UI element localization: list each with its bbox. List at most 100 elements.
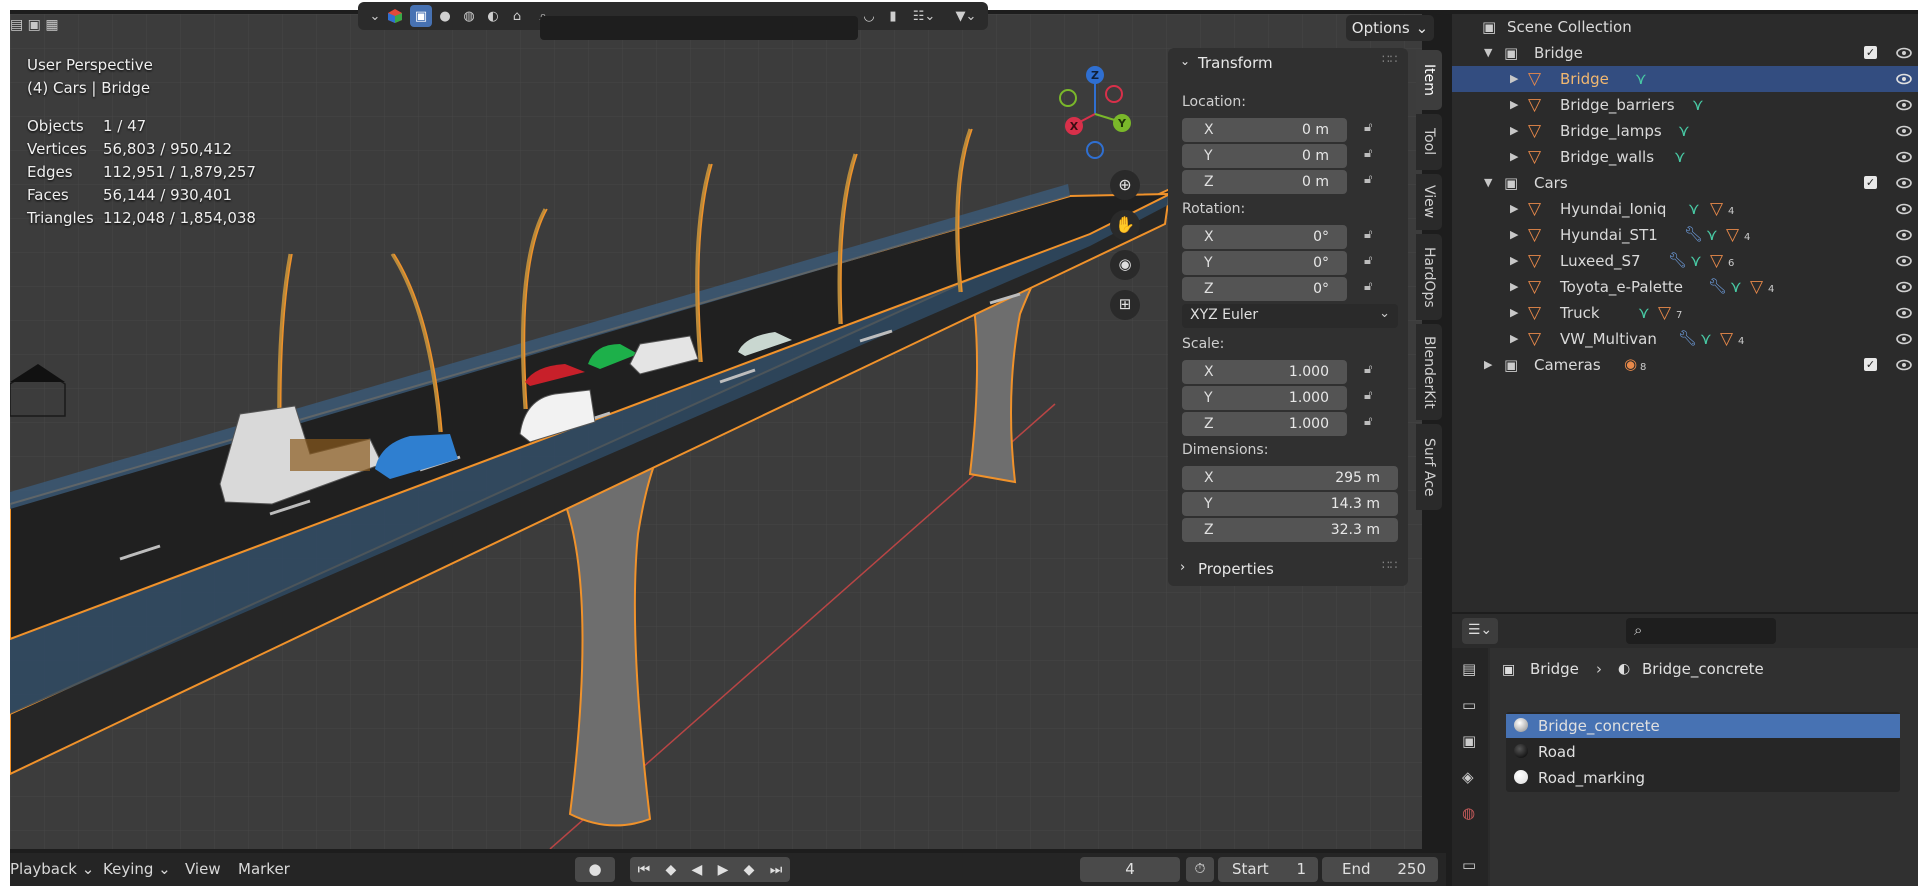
editor-type-icon[interactable]: ☰⌄ xyxy=(1462,618,1498,644)
outliner-row-object-bridge-lamps[interactable]: ▶ ▽ Bridge_lamps ⋎ xyxy=(1452,118,1918,144)
tab-surf-ace[interactable]: Surf Ace xyxy=(1416,424,1442,510)
outliner-row-object-bridge-walls[interactable]: ▶ ▽ Bridge_walls ⋎ xyxy=(1452,144,1918,170)
object-children-icon[interactable]: ▽ xyxy=(1710,251,1723,271)
stopwatch-icon[interactable]: ⏱ xyxy=(1186,857,1214,882)
eye-icon[interactable] xyxy=(1896,227,1912,243)
lock-icon[interactable]: 🔓︎ xyxy=(1364,227,1384,247)
material-slot-item[interactable]: Road xyxy=(1506,740,1900,764)
brush-icon[interactable]: ⌂ xyxy=(506,5,528,27)
material-slot-item[interactable]: Road_marking xyxy=(1506,766,1900,790)
lock-icon[interactable]: 🔓︎ xyxy=(1364,120,1384,140)
play-reverse-icon[interactable]: ◀ xyxy=(692,862,703,878)
expand-triangle-icon[interactable]: ▶ xyxy=(1510,150,1518,163)
ortho-grid-icon[interactable]: ⊞ xyxy=(1110,290,1140,320)
wrench-modifier-icon[interactable]: 🔧︎ xyxy=(1684,225,1703,243)
outliner-row-object-truck[interactable]: ▶ ▽ Truck ⋎ ▽ 7 xyxy=(1452,300,1918,326)
outliner-row-object-hyundai-st1[interactable]: ▶ ▽ Hyundai_ST1 🔧︎ ⋎ ▽ 4 xyxy=(1452,222,1918,248)
include-checkbox[interactable]: ✓ xyxy=(1864,358,1877,371)
navigation-gizmo[interactable]: Z X Y xyxy=(1050,62,1140,172)
outliner-row-collection-bridge[interactable]: ▼ ▣ Bridge ✓ xyxy=(1452,40,1918,66)
gizmo-toggle-icon[interactable] xyxy=(384,5,406,27)
outliner-row-object-vw-multivan[interactable]: ▶ ▽ VW_Multivan 🔧︎ ⋎ ▽ 4 xyxy=(1452,326,1918,352)
camera-icon[interactable]: ◉ xyxy=(1624,355,1637,373)
include-checkbox[interactable]: ✓ xyxy=(1864,176,1877,189)
rendered-shading-icon[interactable]: ◐ xyxy=(482,5,504,27)
play-icon[interactable]: ▶ xyxy=(718,862,729,878)
start-frame-field[interactable]: Start 1 xyxy=(1218,857,1318,882)
world-tab-icon[interactable]: ◍ xyxy=(1462,804,1475,822)
mesh-data-icon[interactable]: ⋎ xyxy=(1688,199,1700,218)
eye-icon[interactable] xyxy=(1896,201,1912,217)
object-children-icon[interactable]: ▽ xyxy=(1720,329,1733,349)
viewport-search-input[interactable] xyxy=(540,16,858,40)
jump-end-icon[interactable]: ⏭ xyxy=(770,862,783,878)
eye-icon[interactable] xyxy=(1896,305,1912,321)
transform-panel-header[interactable]: ⌄ Transform ∷∷ xyxy=(1168,52,1408,78)
wireframe-shading-icon[interactable]: ▣ xyxy=(410,5,432,27)
rotation-y-field[interactable]: Y 0° xyxy=(1182,251,1347,275)
eye-icon[interactable] xyxy=(1896,175,1912,191)
lock-icon[interactable]: 🔓︎ xyxy=(1364,279,1384,299)
mesh-data-icon[interactable]: ⋎ xyxy=(1678,121,1690,140)
scale-x-field[interactable]: X 1.000 xyxy=(1182,360,1347,384)
eye-icon[interactable] xyxy=(1896,71,1912,87)
jump-start-icon[interactable]: ⏮ xyxy=(638,862,651,878)
tab-view[interactable]: View xyxy=(1416,174,1442,230)
keying-menu[interactable]: Keying ⌄ xyxy=(103,860,171,878)
tab-item[interactable]: Item xyxy=(1416,50,1442,110)
eye-icon[interactable] xyxy=(1896,97,1912,113)
eye-icon[interactable] xyxy=(1896,357,1912,373)
chevron-down-icon[interactable]: ⌄ xyxy=(364,5,386,27)
expand-triangle-icon[interactable]: ▶ xyxy=(1510,228,1518,241)
eye-icon[interactable] xyxy=(1896,149,1912,165)
marker-menu[interactable]: Marker xyxy=(238,860,290,878)
eye-icon[interactable] xyxy=(1896,123,1912,139)
location-z-field[interactable]: Z 0 m xyxy=(1182,170,1347,194)
tab-tool[interactable]: Tool xyxy=(1416,114,1442,170)
dimensions-z-field[interactable]: Z 32.3 m xyxy=(1182,518,1398,542)
properties-search-input[interactable]: ⌕ xyxy=(1626,618,1776,644)
outliner-row-object-bridge[interactable]: ▶ ▽ Bridge ⋎ xyxy=(1452,66,1918,92)
select-mode-icons[interactable]: ▤ ▣ ▦ xyxy=(10,17,76,41)
lock-icon[interactable]: 🔓︎ xyxy=(1364,172,1384,192)
mesh-data-icon[interactable]: ⋎ xyxy=(1674,147,1686,166)
mesh-data-icon[interactable]: ⋎ xyxy=(1700,329,1712,348)
expand-triangle-icon[interactable]: ▶ xyxy=(1510,332,1518,345)
tool-tab-icon[interactable]: ▤ xyxy=(1462,660,1476,678)
outliner-row-collection-cars[interactable]: ▼ ▣ Cars ✓ xyxy=(1452,170,1918,196)
eye-icon[interactable] xyxy=(1896,253,1912,269)
expand-triangle-icon[interactable]: ▶ xyxy=(1510,202,1518,215)
mesh-data-icon[interactable]: ⋎ xyxy=(1635,69,1647,88)
expand-triangle-icon[interactable]: ▼ xyxy=(1484,176,1492,189)
material-slot-item[interactable]: Bridge_concrete xyxy=(1506,714,1900,738)
eye-icon[interactable] xyxy=(1896,331,1912,347)
end-frame-field[interactable]: End 250 xyxy=(1322,857,1438,882)
pan-hand-icon[interactable]: ✋ xyxy=(1110,210,1140,240)
outliner-row-collection-cameras[interactable]: ▶ ▣ Cameras ◉ 8 ✓ xyxy=(1452,352,1918,378)
outliner-display-icon[interactable]: ☷⌄ xyxy=(906,5,942,27)
output-tab-icon[interactable]: ▣ xyxy=(1462,732,1476,750)
material-shading-icon[interactable]: ◍ xyxy=(458,5,480,27)
rotation-z-field[interactable]: Z 0° xyxy=(1182,277,1347,301)
view-menu[interactable]: View xyxy=(185,860,221,878)
lock-icon[interactable]: 🔓︎ xyxy=(1364,414,1384,434)
expand-triangle-icon[interactable]: ▶ xyxy=(1510,98,1518,111)
object-children-icon[interactable]: ▽ xyxy=(1710,199,1723,219)
mesh-data-icon[interactable]: ⋎ xyxy=(1638,303,1650,322)
drag-handle-icon[interactable]: ∷∷ xyxy=(1382,52,1397,66)
mesh-data-icon[interactable]: ⋎ xyxy=(1730,277,1742,296)
drag-handle-icon[interactable]: ∷∷ xyxy=(1382,558,1397,572)
include-checkbox[interactable]: ✓ xyxy=(1864,46,1877,59)
scale-y-field[interactable]: Y 1.000 xyxy=(1182,386,1347,410)
current-frame-field[interactable]: 4 xyxy=(1080,857,1180,882)
filter-icon[interactable]: ▼⌄ xyxy=(948,5,984,27)
eye-icon[interactable] xyxy=(1896,45,1912,61)
object-children-icon[interactable]: ▽ xyxy=(1658,303,1671,323)
lock-icon[interactable]: 🔓︎ xyxy=(1364,388,1384,408)
bookmark-icon[interactable]: ▮ xyxy=(882,5,904,27)
dropdown-toggle-icon[interactable]: ◡ xyxy=(858,5,880,27)
lock-icon[interactable]: 🔓︎ xyxy=(1364,362,1384,382)
lock-icon[interactable]: 🔓︎ xyxy=(1364,253,1384,273)
playback-menu[interactable]: Playback ⌄ xyxy=(10,860,94,878)
outliner-row-object-hyundai-ioniq[interactable]: ▶ ▽ Hyundai_Ioniq ⋎ ▽ 4 xyxy=(1452,196,1918,222)
